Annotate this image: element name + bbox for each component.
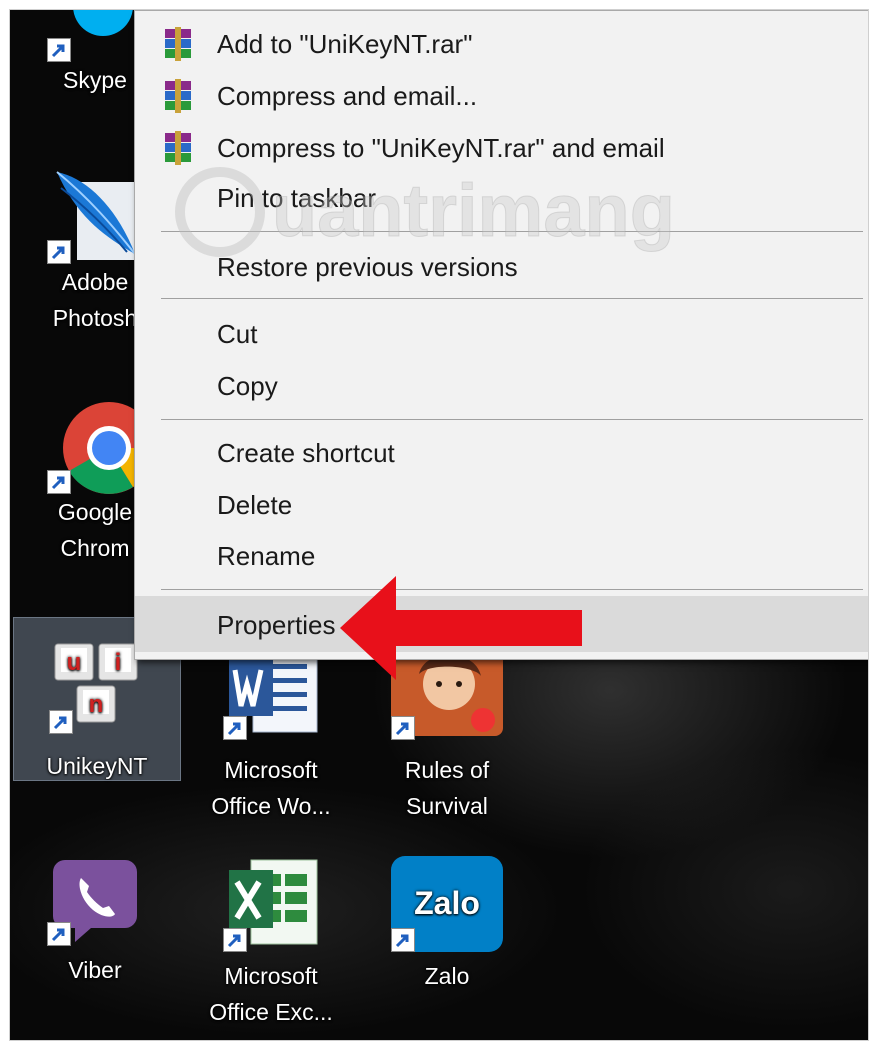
icon-label: Zalo <box>424 963 470 989</box>
context-menu: Add to "UniKeyNT.rar" Compress and email… <box>134 10 868 660</box>
menu-item-rename[interactable]: Rename <box>135 529 868 581</box>
menu-item-label: Properties <box>217 610 336 640</box>
desktop-icon-microsoft-office-word[interactable]: Microsoft Office Wo... <box>206 644 336 824</box>
unikey-letter: n <box>89 691 104 718</box>
desktop-icon-microsoft-office-excel[interactable]: Microsoft Office Exc... <box>206 856 336 1030</box>
shortcut-arrow-icon <box>49 710 73 734</box>
icon-label: Office Wo... <box>211 793 331 819</box>
shortcut-arrow-icon <box>391 716 415 740</box>
menu-item-label: Rename <box>217 541 316 571</box>
menu-item-label: Compress and email... <box>217 81 478 111</box>
menu-item-copy[interactable]: Copy <box>135 359 868 411</box>
menu-item-cut[interactable]: Cut <box>135 307 868 359</box>
winrar-icon <box>161 27 195 61</box>
icon-label: Rules of <box>404 757 490 783</box>
zalo-icon: Zalo <box>391 856 503 952</box>
shortcut-arrow-icon <box>223 716 247 740</box>
menu-separator <box>161 298 863 299</box>
winrar-icon <box>161 131 195 165</box>
menu-item-label: Pin to taskbar <box>217 183 376 213</box>
menu-item-label: Cut <box>217 319 258 349</box>
icon-label: Microsoft <box>224 963 318 989</box>
icon-label: UnikeyNT <box>46 753 148 779</box>
screenshot-frame: Skype Adobe Photosh Google Chrom u i n U… <box>10 10 868 1040</box>
menu-item-label: Create shortcut <box>217 438 395 468</box>
icon-label: Office Exc... <box>209 999 333 1025</box>
menu-item-add-to-archive[interactable]: Add to "UniKeyNT.rar" <box>135 17 868 69</box>
desktop-icon-zalo[interactable]: Zalo Zalo <box>382 856 512 994</box>
skype-icon <box>47 10 143 62</box>
menu-item-delete[interactable]: Delete <box>135 478 868 530</box>
winrar-icon <box>161 79 195 113</box>
menu-item-label: Add to "UniKeyNT.rar" <box>217 29 473 59</box>
shortcut-arrow-icon <box>47 38 71 62</box>
chrome-icon <box>47 398 155 494</box>
unikey-letter: u <box>67 649 82 676</box>
shortcut-arrow-icon <box>223 928 247 952</box>
icon-label: Viber <box>68 957 122 983</box>
excel-icon <box>223 856 319 952</box>
zalo-logo-text: Zalo <box>414 885 480 921</box>
menu-item-create-shortcut[interactable]: Create shortcut <box>135 426 868 478</box>
menu-item-compress-and-email[interactable]: Compress and email... <box>135 69 868 121</box>
menu-item-restore-previous-versions[interactable]: Restore previous versions <box>135 240 868 292</box>
menu-separator <box>161 419 863 420</box>
photoshop-feather-icon <box>47 168 143 264</box>
menu-item-pin-to-taskbar[interactable]: Pin to taskbar <box>135 171 868 223</box>
desktop-icon-viber[interactable]: Viber <box>30 850 160 988</box>
icon-label: Survival <box>406 793 488 819</box>
menu-item-compress-to-archive-and-email[interactable]: Compress to "UniKeyNT.rar" and email <box>135 121 868 173</box>
menu-item-label: Delete <box>217 490 293 520</box>
menu-item-label: Copy <box>217 371 278 401</box>
shortcut-arrow-icon <box>391 928 415 952</box>
menu-item-label: Restore previous versions <box>217 252 518 282</box>
shortcut-arrow-icon <box>47 240 71 264</box>
shortcut-arrow-icon <box>47 922 71 946</box>
red-arrow-pointer-icon <box>340 576 582 680</box>
viber-icon <box>47 850 143 946</box>
shortcut-arrow-icon <box>47 470 71 494</box>
menu-item-label: Compress to "UniKeyNT.rar" and email <box>217 133 665 163</box>
unikey-icon: u i n <box>49 638 145 734</box>
icon-label: Microsoft <box>224 757 318 783</box>
menu-separator <box>161 231 863 232</box>
unikey-letter: i <box>115 649 122 676</box>
